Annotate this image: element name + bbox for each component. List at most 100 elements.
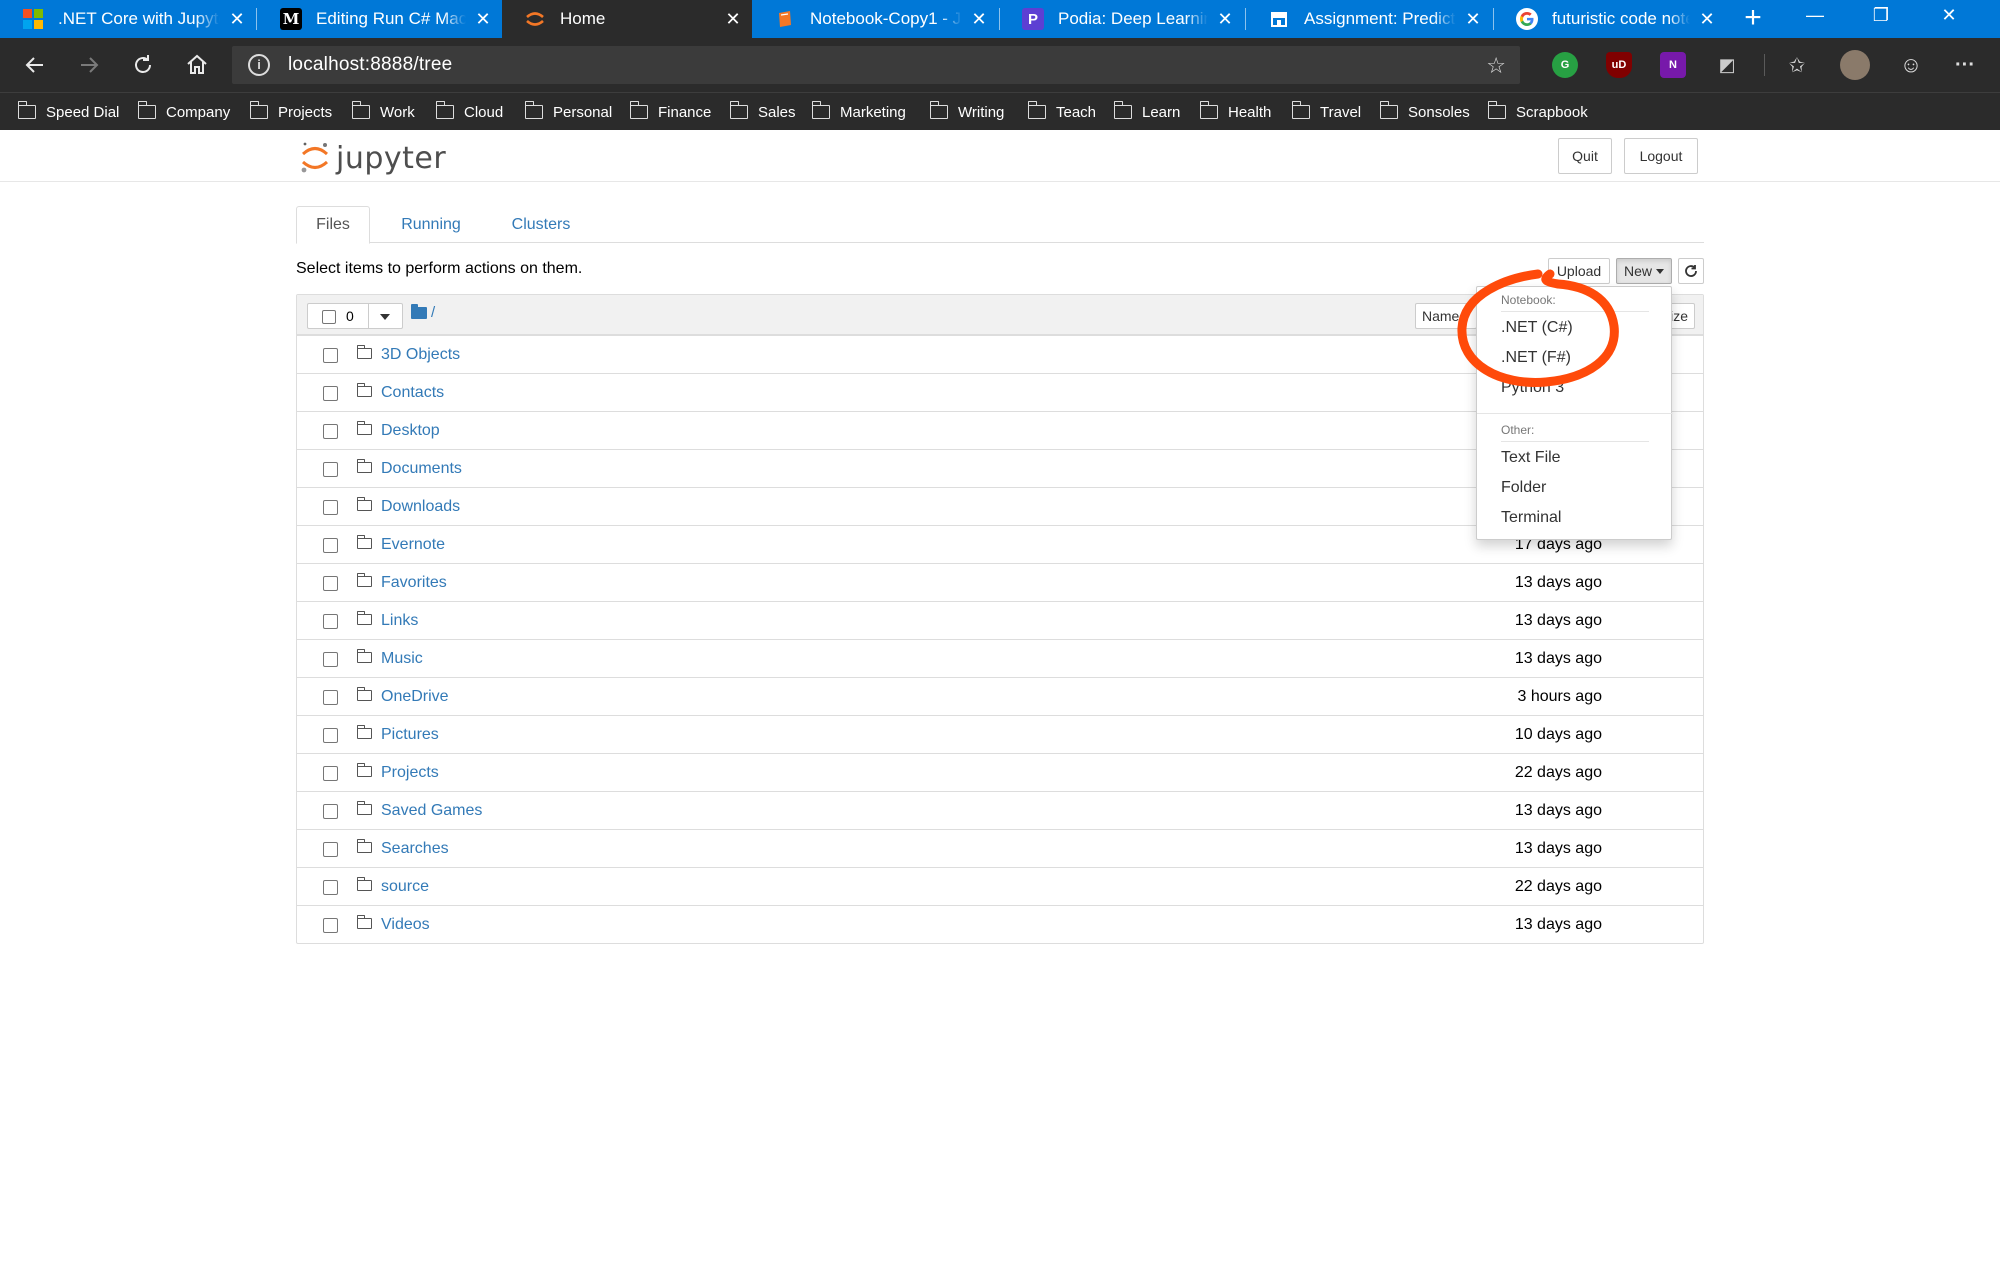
row-checkbox[interactable]: [323, 576, 338, 591]
more-options-icon[interactable]: ···: [1952, 52, 1978, 78]
table-row[interactable]: Searches 13 days ago: [297, 829, 1703, 867]
bookmark-folder[interactable]: Work: [351, 101, 415, 123]
row-checkbox[interactable]: [323, 424, 338, 439]
file-name-link[interactable]: Pictures: [381, 726, 439, 744]
bookmark-folder[interactable]: Marketing: [811, 101, 906, 123]
select-all-checkbox[interactable]: [322, 310, 336, 324]
favorite-star-icon[interactable]: ☆: [1486, 53, 1506, 79]
sort-name-button[interactable]: Name: [1415, 303, 1477, 329]
table-row[interactable]: Music 13 days ago: [297, 639, 1703, 677]
file-name-link[interactable]: OneDrive: [381, 688, 449, 706]
file-name-link[interactable]: Videos: [381, 916, 430, 934]
bookmark-folder[interactable]: Company: [137, 101, 230, 123]
bookmark-folder[interactable]: Learn: [1113, 101, 1180, 123]
menu-item-folder[interactable]: Folder: [1501, 479, 1546, 497]
onenote-extension-icon[interactable]: N: [1660, 52, 1686, 78]
jupyter-logo[interactable]: jupyter: [300, 138, 446, 178]
file-name-link[interactable]: Projects: [381, 764, 439, 782]
close-icon[interactable]: ✕: [1464, 9, 1482, 30]
menu-item-python3[interactable]: Python 3: [1501, 379, 1564, 397]
file-name-link[interactable]: Contacts: [381, 384, 444, 402]
table-row[interactable]: Videos 13 days ago: [297, 905, 1703, 943]
row-checkbox[interactable]: [323, 538, 338, 553]
file-name-link[interactable]: Desktop: [381, 422, 440, 440]
back-arrow-icon[interactable]: [18, 48, 52, 82]
menu-item-dotnet-fsharp[interactable]: .NET (F#): [1501, 349, 1571, 367]
bookmark-folder[interactable]: Health: [1199, 101, 1271, 123]
forward-arrow-icon[interactable]: [72, 48, 106, 82]
row-checkbox[interactable]: [323, 614, 338, 629]
table-row[interactable]: Saved Games 13 days ago: [297, 791, 1703, 829]
row-checkbox[interactable]: [323, 880, 338, 895]
table-row[interactable]: Links 13 days ago: [297, 601, 1703, 639]
address-bar[interactable]: i localhost:8888/tree ☆: [232, 46, 1520, 84]
row-checkbox[interactable]: [323, 842, 338, 857]
browser-tab[interactable]: M Editing Run C# Machine Learning ✕: [258, 0, 502, 38]
bookmark-folder[interactable]: Speed Dial: [17, 101, 119, 123]
row-checkbox[interactable]: [323, 500, 338, 515]
tab-files[interactable]: Files: [296, 206, 370, 244]
row-checkbox[interactable]: [323, 652, 338, 667]
close-icon[interactable]: ✕: [474, 9, 492, 30]
menu-item-text-file[interactable]: Text File: [1501, 449, 1561, 467]
logout-button[interactable]: Logout: [1624, 138, 1698, 174]
table-row[interactable]: OneDrive 3 hours ago: [297, 677, 1703, 715]
upload-button[interactable]: Upload: [1548, 258, 1610, 284]
close-window-icon[interactable]: ✕: [1916, 0, 1982, 32]
close-icon[interactable]: ✕: [1216, 9, 1234, 30]
browser-tab[interactable]: Assignment: Predict house ✕: [1246, 0, 1492, 38]
quit-button[interactable]: Quit: [1558, 138, 1612, 174]
favorites-icon[interactable]: ✩: [1784, 52, 1810, 78]
bookmark-folder[interactable]: Sales: [729, 101, 796, 123]
new-tab-button[interactable]: +: [1740, 0, 1766, 38]
browser-tab[interactable]: futuristic code notebook ✕: [1494, 0, 1726, 38]
refresh-list-button[interactable]: [1678, 258, 1704, 284]
browser-tab[interactable]: .NET Core with Jupyter Notebooks ✕: [0, 0, 256, 38]
home-icon[interactable]: [180, 48, 214, 82]
file-name-link[interactable]: 3D Objects: [381, 346, 460, 364]
tab-clusters[interactable]: Clusters: [486, 206, 596, 243]
table-row[interactable]: Pictures 10 days ago: [297, 715, 1703, 753]
bookmark-folder[interactable]: Cloud: [435, 101, 503, 123]
browser-tab-active[interactable]: Home ✕: [502, 0, 752, 38]
caret-down-icon[interactable]: [380, 314, 390, 320]
bookmark-folder[interactable]: Teach: [1027, 101, 1096, 123]
row-checkbox[interactable]: [323, 766, 338, 781]
row-checkbox[interactable]: [323, 386, 338, 401]
ublock-extension-icon[interactable]: uD: [1606, 52, 1632, 78]
browser-tab[interactable]: P Podia: Deep Learning With ✕: [1000, 0, 1244, 38]
row-checkbox[interactable]: [323, 462, 338, 477]
new-dropdown-button[interactable]: New: [1616, 258, 1672, 284]
row-checkbox[interactable]: [323, 690, 338, 705]
row-checkbox[interactable]: [323, 918, 338, 933]
bookmark-folder[interactable]: Travel: [1291, 101, 1361, 123]
table-row[interactable]: Projects 22 days ago: [297, 753, 1703, 791]
file-name-link[interactable]: Favorites: [381, 574, 447, 592]
minimize-icon[interactable]: —: [1782, 0, 1848, 32]
bookmark-folder[interactable]: Writing: [929, 101, 1004, 123]
refresh-icon[interactable]: [126, 48, 160, 82]
folder-icon[interactable]: [411, 304, 427, 319]
bookmark-folder[interactable]: Scrapbook: [1487, 101, 1588, 123]
bookmark-folder[interactable]: Finance: [629, 101, 711, 123]
table-row[interactable]: Favorites 13 days ago: [297, 563, 1703, 601]
bookmark-folder[interactable]: Sonsoles: [1379, 101, 1470, 123]
file-name-link[interactable]: Music: [381, 650, 423, 668]
breadcrumb[interactable]: /: [431, 304, 435, 321]
info-icon[interactable]: i: [248, 54, 270, 76]
file-name-link[interactable]: Links: [381, 612, 418, 630]
table-row[interactable]: source 22 days ago: [297, 867, 1703, 905]
tab-running[interactable]: Running: [380, 206, 482, 243]
row-checkbox[interactable]: [323, 348, 338, 363]
file-name-link[interactable]: Documents: [381, 460, 462, 478]
grammarly-extension-icon[interactable]: G: [1552, 52, 1578, 78]
select-all-control[interactable]: 0: [307, 303, 403, 329]
file-name-link[interactable]: source: [381, 878, 429, 896]
close-icon[interactable]: ✕: [228, 9, 246, 30]
file-name-link[interactable]: Saved Games: [381, 802, 482, 820]
row-checkbox[interactable]: [323, 804, 338, 819]
avatar[interactable]: [1840, 50, 1870, 80]
bookmark-folder[interactable]: Projects: [249, 101, 332, 123]
menu-item-terminal[interactable]: Terminal: [1501, 509, 1561, 527]
clipper-extension-icon[interactable]: ◩: [1714, 52, 1740, 78]
